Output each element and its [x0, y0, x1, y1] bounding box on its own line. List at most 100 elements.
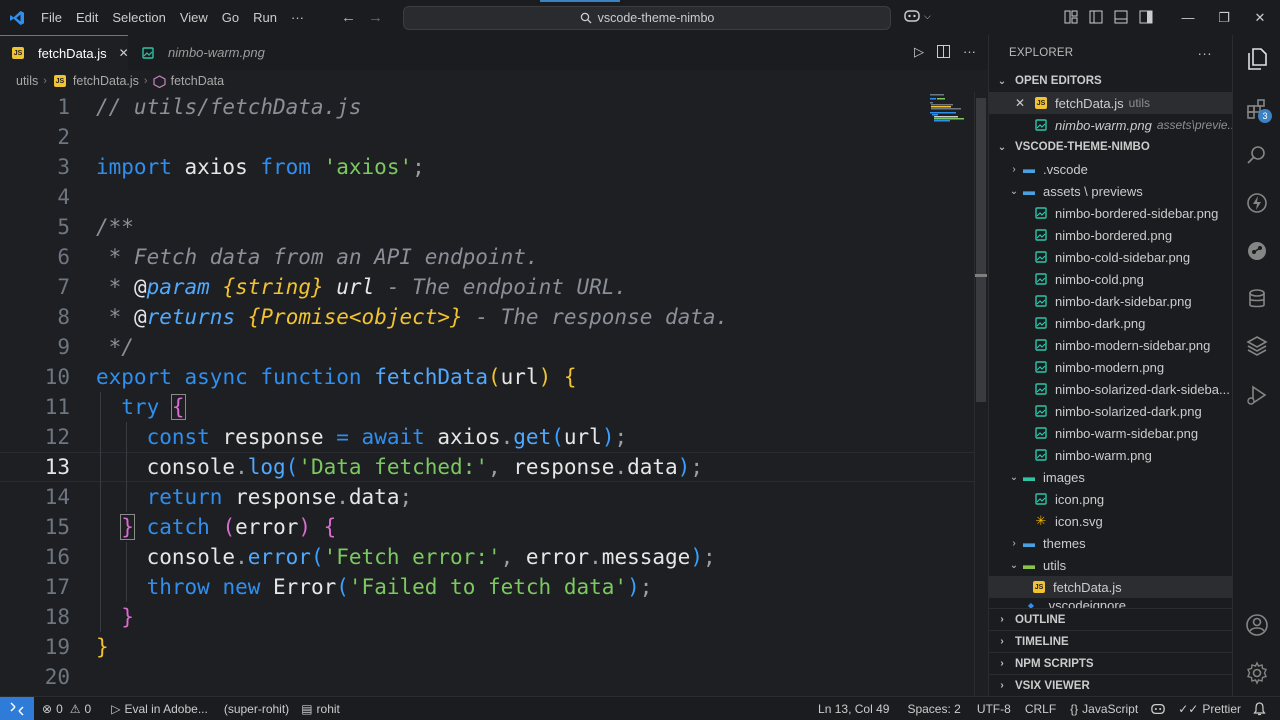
tree-file[interactable]: nimbo-cold.png: [989, 268, 1232, 290]
forward-arrow-icon[interactable]: →: [368, 9, 383, 26]
npm-scripts-section-header[interactable]: › NPM SCRIPTS: [989, 652, 1232, 674]
vsix-viewer-section-header[interactable]: › VSIX VIEWER: [989, 674, 1232, 696]
profile-indicator[interactable]: (super-rohit): [218, 702, 295, 716]
prettier-status[interactable]: ✓✓ Prettier: [1172, 702, 1247, 716]
menu-file[interactable]: File: [34, 0, 69, 35]
toggle-panel-icon[interactable]: [1113, 9, 1129, 25]
cursor-position[interactable]: Ln 13, Col 49: [812, 702, 895, 716]
user-label: rohit: [316, 701, 340, 716]
open-editor-item[interactable]: nimbo-warm.png assets\previe...: [989, 114, 1232, 136]
problems-indicator[interactable]: ⊗ 0 ⚠ 0: [34, 702, 97, 716]
account-icon[interactable]: [1243, 611, 1271, 639]
eval-button[interactable]: ▷ Eval in Adobe...: [105, 702, 214, 716]
tree-file[interactable]: icon.png: [989, 488, 1232, 510]
double-check-icon: ✓✓: [1178, 702, 1199, 716]
breadcrumb-file[interactable]: fetchData.js: [73, 74, 139, 88]
notifications-bell-icon[interactable]: [1247, 702, 1272, 716]
tree-file[interactable]: nimbo-modern-sidebar.png: [989, 334, 1232, 356]
tree-file[interactable]: nimbo-bordered-sidebar.png: [989, 202, 1232, 224]
breadcrumb-folder[interactable]: utils: [16, 74, 38, 88]
search-icon[interactable]: [1243, 141, 1271, 169]
menu-go[interactable]: Go: [215, 0, 246, 35]
explorer-title: EXPLORER: [1009, 46, 1074, 59]
tree-file[interactable]: nimbo-warm.png: [989, 444, 1232, 466]
open-editors-section-header[interactable]: ⌄ OPEN EDITORS: [989, 70, 1232, 92]
menu-view[interactable]: View: [173, 0, 215, 35]
tree-folder-assets[interactable]: ⌄ ▬ assets \ previews: [989, 180, 1232, 202]
chevron-right-icon: ›: [1000, 614, 1004, 625]
tree-folder-utils[interactable]: ⌄ ▬ utils: [989, 554, 1232, 576]
restore-icon[interactable]: ❐: [1206, 0, 1242, 35]
vertical-scrollbar-thumb[interactable]: [976, 98, 986, 402]
close-window-icon[interactable]: ✕: [1242, 0, 1278, 35]
menu-edit[interactable]: Edit: [69, 0, 105, 35]
image-file-icon: [1033, 338, 1049, 352]
eol-indicator[interactable]: CRLF: [1019, 702, 1062, 716]
lightning-icon[interactable]: [1243, 189, 1271, 217]
encoding-indicator[interactable]: UTF-8: [971, 702, 1017, 716]
tree-file[interactable]: nimbo-solarized-dark.png: [989, 400, 1232, 422]
project-section-header[interactable]: ⌄ VSCODE-THEME-NIMBO: [989, 136, 1232, 158]
menu-selection[interactable]: Selection: [105, 0, 172, 35]
tree-file[interactable]: nimbo-dark.png: [989, 312, 1232, 334]
project-title: VSCODE-THEME-NIMBO: [1015, 141, 1150, 153]
remote-indicator-icon[interactable]: [0, 696, 34, 720]
js-file-icon: JS: [1035, 97, 1047, 109]
tree-file[interactable]: nimbo-solarized-dark-sideba...: [989, 378, 1232, 400]
breadcrumb-symbol[interactable]: fetchData: [171, 74, 225, 88]
tree-folder-vscode[interactable]: › ▬ .vscode: [989, 158, 1232, 180]
user-indicator[interactable]: ▤ rohit: [295, 702, 346, 716]
database-icon[interactable]: [1243, 285, 1271, 313]
code-line: throw new Error('Failed to fetch data');: [96, 572, 926, 602]
layout-controls: [1063, 9, 1154, 25]
language-mode[interactable]: {} JavaScript: [1064, 702, 1144, 716]
explorer-files-icon[interactable]: [1243, 45, 1271, 73]
tree-file[interactable]: nimbo-modern.png: [989, 356, 1232, 378]
settings-gear-icon[interactable]: [1243, 659, 1271, 687]
toggle-primary-sidebar-icon[interactable]: [1088, 9, 1104, 25]
timeline-section-header[interactable]: › TIMELINE: [989, 630, 1232, 652]
line-number: 18: [44, 605, 70, 629]
run-icon[interactable]: ▷: [914, 44, 924, 60]
tree-file[interactable]: ✳ icon.svg: [989, 510, 1232, 532]
menu-run[interactable]: Run: [246, 0, 284, 35]
copilot-status-icon[interactable]: [1144, 702, 1172, 716]
tree-file[interactable]: nimbo-cold-sidebar.png: [989, 246, 1232, 268]
window-controls: — ❐ ✕: [1170, 0, 1278, 35]
minimap[interactable]: [928, 92, 974, 132]
svg-file-icon: ✳: [1035, 513, 1047, 528]
more-actions-icon[interactable]: ···: [963, 44, 976, 60]
run-debug-icon[interactable]: [1243, 381, 1271, 409]
menu-more[interactable]: ···: [284, 0, 311, 35]
back-arrow-icon[interactable]: ←: [341, 9, 356, 26]
code-content[interactable]: // utils/fetchData.js import axios from …: [0, 92, 986, 692]
close-editor-icon[interactable]: ✕: [1015, 96, 1029, 110]
tree-file[interactable]: nimbo-bordered.png: [989, 224, 1232, 246]
split-editor-icon[interactable]: [936, 44, 951, 59]
tree-folder-themes[interactable]: › ▬ themes: [989, 532, 1232, 554]
minimize-icon[interactable]: —: [1170, 0, 1206, 35]
image-file-icon: [1033, 448, 1049, 462]
toggle-secondary-sidebar-icon[interactable]: [1138, 9, 1154, 25]
copilot-button[interactable]: ⌵: [903, 8, 931, 24]
vscode-logo-icon: [0, 0, 34, 35]
command-center-search[interactable]: vscode-theme-nimbo: [403, 6, 891, 30]
code-editor[interactable]: 1 2 3 4 5 6 7 8 9 10 11 12 13 14 15 16 1…: [0, 92, 988, 696]
tree-file[interactable]: nimbo-dark-sidebar.png: [989, 290, 1232, 312]
outline-section-header[interactable]: › OUTLINE: [989, 608, 1232, 630]
open-editor-item[interactable]: ✕ JS fetchData.js utils: [989, 92, 1232, 114]
indentation-indicator[interactable]: Spaces: 2: [901, 702, 966, 716]
tree-item-label: nimbo-dark-sidebar.png: [1055, 293, 1192, 309]
explorer-more-icon[interactable]: ···: [1197, 45, 1212, 61]
tree-file[interactable]: ◆ .vscodeignore: [989, 598, 1232, 608]
tree-item-label: nimbo-bordered-sidebar.png: [1055, 205, 1219, 221]
customize-layout-icon[interactable]: [1063, 9, 1079, 25]
tab-nimbo-warm-png[interactable]: nimbo-warm.png: [128, 35, 276, 70]
tab-fetchdata-js[interactable]: JS fetchData.js ✕: [0, 35, 129, 70]
layers-icon[interactable]: [1243, 331, 1271, 359]
tree-file-selected[interactable]: JS fetchData.js: [989, 576, 1232, 598]
chevron-down-icon: ⌄: [1009, 471, 1019, 483]
tree-folder-images[interactable]: ⌄ ▬ images: [989, 466, 1232, 488]
tree-file[interactable]: nimbo-warm-sidebar.png: [989, 422, 1232, 444]
git-graph-icon[interactable]: [1243, 237, 1271, 265]
